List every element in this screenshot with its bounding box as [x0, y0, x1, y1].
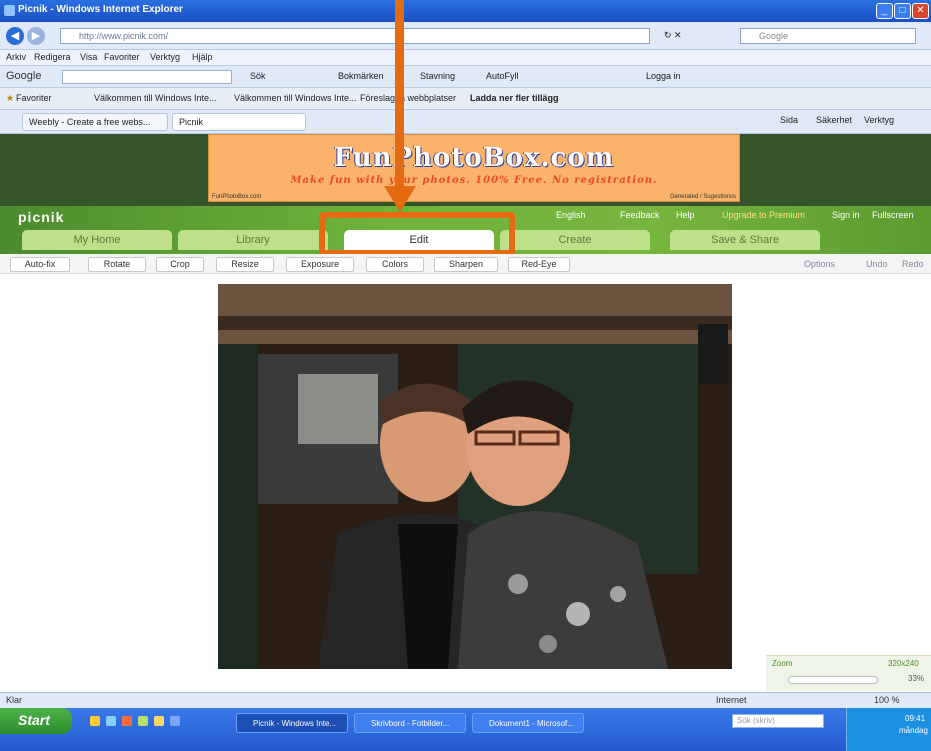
- favorite-link[interactable]: Välkommen till Windows Inte...: [234, 93, 357, 103]
- system-tray: 09:41 måndag: [846, 708, 931, 751]
- task-picnik[interactable]: Picnik - Windows Inte...: [236, 713, 348, 733]
- forward-icon[interactable]: ▶: [27, 27, 45, 45]
- quicklaunch-icon[interactable]: [122, 716, 132, 726]
- quicklaunch-icon[interactable]: [90, 716, 100, 726]
- zoom-value: 33%: [908, 674, 925, 683]
- tab-create[interactable]: Create: [500, 230, 650, 250]
- signin-button[interactable]: Logga in: [646, 71, 681, 81]
- back-icon[interactable]: ◀: [6, 27, 24, 45]
- refresh-icon[interactable]: ↻ ✕: [664, 30, 682, 41]
- favorite-link[interactable]: Välkommen till Windows Inte...: [94, 93, 217, 103]
- quicklaunch-icon[interactable]: [106, 716, 116, 726]
- menu-item[interactable]: Hjälp: [192, 52, 213, 62]
- options-dropdown[interactable]: Options: [804, 259, 835, 269]
- zoom-slider[interactable]: [788, 676, 878, 684]
- crop-button[interactable]: Crop: [156, 257, 204, 272]
- tools-menu[interactable]: Verktyg: [864, 115, 894, 125]
- google-search-button[interactable]: Sök: [250, 71, 266, 81]
- favorites-star-icon[interactable]: ★: [6, 93, 14, 104]
- picnik-logo[interactable]: picnik: [18, 209, 64, 225]
- menu-item[interactable]: Verktyg: [150, 52, 180, 62]
- rotate-button[interactable]: Rotate: [88, 257, 146, 272]
- autofill-button[interactable]: AutoFyll: [486, 71, 519, 81]
- fullscreen-link[interactable]: Fullscreen: [872, 210, 914, 220]
- help-link[interactable]: Help: [676, 210, 695, 220]
- status-bar: Klar Internet 100 %: [0, 692, 931, 708]
- google-logo: Google: [6, 70, 42, 82]
- photo-canvas: Zoom 320x240 33%: [0, 275, 931, 691]
- status-text: Klar: [6, 695, 23, 705]
- page-zoom[interactable]: 100 %: [874, 695, 900, 705]
- banner-footer-right: Generated / Sugestionss: [669, 194, 736, 200]
- zoom-label: Zoom: [772, 659, 793, 668]
- task-folder[interactable]: Skrivbord - Fotbilder...: [354, 713, 466, 733]
- address-input[interactable]: http://www.picnik.com/: [60, 28, 650, 44]
- annotation-highlight-box: [319, 212, 515, 256]
- menu-item[interactable]: Favoriter: [104, 52, 140, 62]
- favorites-button[interactable]: Favoriter: [16, 93, 52, 103]
- taskbar: Start Picnik - Windows Inte... Skrivbord…: [0, 708, 931, 751]
- window-title: Picnik - Windows Internet Explorer: [18, 4, 183, 15]
- edit-toolbar: Auto-fix Rotate Crop Resize Exposure Col…: [0, 254, 931, 274]
- zoom-size: 320x240: [888, 659, 919, 668]
- photo-image: [218, 284, 732, 669]
- favorites-bar: ★ Favoriter Välkommen till Windows Inte.…: [0, 88, 931, 110]
- search-input[interactable]: Google: [740, 28, 916, 44]
- banner-title: FunPhotoBox.com: [333, 143, 615, 173]
- taskbar-search-input[interactable]: Sök (skriv): [732, 714, 824, 728]
- bookmarks-button[interactable]: Bokmärken: [338, 71, 384, 81]
- clock-day: måndag: [899, 726, 928, 735]
- colors-button[interactable]: Colors: [366, 257, 424, 272]
- exposure-button[interactable]: Exposure: [286, 257, 354, 272]
- maximize-button[interactable]: □: [894, 3, 911, 19]
- google-toolbar: Google Sök Bokmärken Stavning AutoFyll L…: [0, 66, 931, 88]
- browser-tab-bar: Weebly - Create a free webs... Picnik Si…: [0, 110, 931, 134]
- undo-button[interactable]: Undo: [866, 259, 888, 269]
- edited-photo[interactable]: [218, 284, 732, 669]
- close-button[interactable]: ✕: [912, 3, 929, 19]
- tab-save-share[interactable]: Save & Share: [670, 230, 820, 250]
- menu-bar: Arkiv Redigera Visa Favoriter Verktyg Hj…: [0, 50, 931, 66]
- security-zone: Internet: [716, 695, 747, 705]
- banner-area: FunPhotoBox.com Make fun with your photo…: [0, 134, 931, 206]
- redo-button[interactable]: Redo: [902, 259, 924, 269]
- autofix-button[interactable]: Auto-fix: [10, 257, 70, 272]
- page-menu[interactable]: Sida: [780, 115, 798, 125]
- safety-menu[interactable]: Säkerhet: [816, 115, 852, 125]
- upgrade-link[interactable]: Upgrade to Premium: [722, 210, 805, 220]
- menu-item[interactable]: Arkiv: [6, 52, 26, 62]
- zoom-panel: Zoom 320x240 33%: [766, 655, 931, 691]
- redeye-button[interactable]: Red-Eye: [508, 257, 570, 272]
- language-link[interactable]: English: [556, 210, 586, 220]
- ie-icon: [4, 5, 15, 16]
- browser-tab[interactable]: Weebly - Create a free webs...: [22, 113, 168, 131]
- clock-time[interactable]: 09:41: [905, 714, 925, 723]
- banner-tagline: Make fun with your photos. 100% Free. No…: [290, 175, 658, 186]
- menu-item[interactable]: Visa: [80, 52, 97, 62]
- google-search-input[interactable]: [62, 70, 232, 84]
- window-titlebar: Picnik - Windows Internet Explorer _ □ ✕: [0, 0, 931, 22]
- feedback-link[interactable]: Feedback: [620, 210, 660, 220]
- task-word[interactable]: Dokument1 - Microsof...: [472, 713, 584, 733]
- funphotobox-banner[interactable]: FunPhotoBox.com Make fun with your photo…: [208, 134, 740, 202]
- tab-library[interactable]: Library: [178, 230, 328, 250]
- spelling-button[interactable]: Stavning: [420, 71, 455, 81]
- quicklaunch-icon[interactable]: [170, 716, 180, 726]
- quicklaunch-icon[interactable]: [154, 716, 164, 726]
- menu-item[interactable]: Redigera: [34, 52, 71, 62]
- sharpen-button[interactable]: Sharpen: [434, 257, 498, 272]
- browser-tab-active[interactable]: Picnik: [172, 113, 306, 131]
- minimize-button[interactable]: _: [876, 3, 893, 19]
- resize-button[interactable]: Resize: [216, 257, 274, 272]
- banner-footer-left: FunPhotoBox.com: [212, 194, 262, 200]
- start-button[interactable]: Start: [0, 708, 72, 734]
- address-toolbar: ◀ ▶ http://www.picnik.com/ ↻ ✕ Google: [0, 22, 931, 50]
- tab-my-home[interactable]: My Home: [22, 230, 172, 250]
- favorite-link[interactable]: Ladda ner fler tillägg: [470, 93, 559, 103]
- signin-link[interactable]: Sign in: [832, 210, 860, 220]
- quicklaunch-icon[interactable]: [138, 716, 148, 726]
- annotation-arrow: [384, 0, 416, 212]
